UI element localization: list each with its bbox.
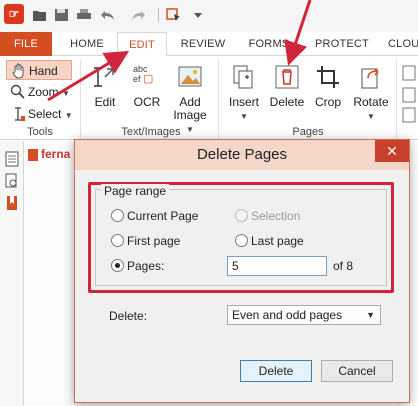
toolbar-divider: [158, 8, 159, 22]
ocr-icon-text-bottom: ef: [133, 74, 141, 84]
delete-page-button[interactable]: Delete: [265, 62, 309, 122]
customize-toolbar-icon[interactable]: [190, 8, 206, 22]
tab-review[interactable]: REVIEW: [178, 32, 228, 56]
ocr-label: OCR: [133, 95, 161, 109]
crop-page-label: Crop: [314, 95, 341, 109]
first-page-label[interactable]: First page: [127, 234, 180, 248]
tab-protect[interactable]: PROTECT: [312, 32, 372, 56]
app-logo-icon: ☞: [4, 4, 24, 24]
open-folder-icon[interactable]: [32, 8, 48, 22]
delete-filter-label: Delete:: [109, 309, 148, 323]
ribbon: Hand Zoom ▼ Select ▼ Tools Edit abc ef ▢…: [0, 56, 418, 140]
tools-group-label: Tools: [27, 126, 53, 138]
first-page-radio[interactable]: [111, 234, 124, 247]
selection-label[interactable]: Selection: [251, 209, 300, 223]
ribbon-divider: [218, 60, 219, 138]
select-tool-button[interactable]: Select ▼: [6, 104, 78, 124]
document-tab[interactable]: ferna: [28, 147, 70, 167]
rotate-icon: [361, 68, 379, 89]
ribbon-divider: [396, 60, 397, 138]
current-page-label[interactable]: Current Page: [127, 209, 198, 223]
delete-button[interactable]: Delete: [240, 360, 312, 382]
pdf-file-icon: [28, 148, 38, 161]
rotate-page-label-text: Rotate: [353, 95, 389, 109]
add-image-button[interactable]: Add Image ▼: [168, 62, 212, 134]
text-images-group-label: Text/Images: [121, 126, 181, 138]
document-tab-label: ferna: [41, 147, 71, 161]
select-cursor-icon[interactable]: [166, 8, 182, 22]
crop-icon: [317, 66, 339, 88]
zoom-icon: [10, 84, 25, 99]
ocr-button[interactable]: abc ef ▢ OCR: [125, 62, 169, 122]
search-document-icon[interactable]: [5, 173, 19, 189]
rotate-page-button[interactable]: Rotate ▼: [349, 62, 393, 122]
dialog-title: Delete Pages: [75, 140, 409, 170]
last-page-radio[interactable]: [235, 234, 248, 247]
tab-home[interactable]: HOME: [66, 32, 108, 56]
delete-filter-select[interactable]: Even and odd pages ▼: [227, 305, 381, 325]
add-image-label-line1: Add: [179, 95, 201, 109]
page-thumbnails-icon[interactable]: [5, 151, 19, 167]
insert-pages-icon: [233, 65, 253, 89]
image-icon: [178, 66, 202, 87]
print-icon[interactable]: [76, 8, 92, 22]
text-cursor-icon: [15, 107, 25, 121]
insert-page-label: Insert ▼: [222, 96, 266, 123]
zoom-tool-button[interactable]: Zoom ▼: [6, 82, 78, 102]
tab-file[interactable]: FILE: [0, 32, 52, 56]
page-count-label: of 8: [333, 259, 354, 273]
trash-icon: [275, 65, 299, 89]
quick-access-toolbar: ☞: [0, 0, 418, 32]
rotate-dropdown-arrow[interactable]: ▼: [367, 112, 375, 121]
zoom-label: Zoom: [28, 85, 59, 99]
pages-radio[interactable]: [111, 259, 124, 272]
edit-text-button[interactable]: Edit: [83, 62, 127, 122]
tab-cloud[interactable]: CLOU: [388, 32, 418, 56]
hand-tool-button[interactable]: Hand: [6, 60, 72, 80]
page-range-legend: Page range: [101, 184, 170, 198]
cancel-button[interactable]: Cancel: [321, 360, 393, 382]
delete-page-label: Delete: [269, 95, 305, 109]
pages-input[interactable]: 5: [227, 256, 327, 276]
edit-text-label: Edit: [94, 95, 116, 109]
more-page-tools-icon[interactable]: [402, 64, 416, 124]
delete-filter-value: Even and odd pages: [232, 308, 343, 322]
add-image-label-line2: Image: [173, 108, 207, 122]
last-page-label[interactable]: Last page: [251, 234, 304, 248]
rotate-page-label: Rotate ▼: [349, 96, 393, 123]
delete-pages-dialog: Delete Pages ✕ Page range Current Page S…: [74, 139, 410, 403]
tab-forms[interactable]: FORMS: [245, 32, 293, 56]
navigation-panel: [0, 141, 24, 406]
pages-label[interactable]: Pages:: [127, 259, 164, 273]
edit-cursor-icon: [94, 67, 114, 87]
chevron-down-icon: ▼: [366, 310, 375, 320]
insert-page-button[interactable]: Insert ▼: [222, 62, 266, 122]
crop-page-button[interactable]: Crop: [306, 62, 350, 122]
hand-label: Hand: [29, 64, 58, 78]
select-dropdown-arrow[interactable]: ▼: [65, 111, 73, 120]
insert-dropdown-arrow[interactable]: ▼: [240, 112, 248, 121]
pages-group-label: Pages: [292, 126, 324, 138]
ocr-icon: abc ef ▢: [133, 64, 154, 85]
ribbon-divider: [80, 60, 81, 138]
hand-icon: [12, 63, 24, 79]
select-label: Select: [28, 107, 62, 121]
undo-icon[interactable]: [100, 8, 116, 22]
insert-page-label-text: Insert: [228, 95, 259, 109]
save-icon[interactable]: [54, 8, 70, 22]
current-page-radio[interactable]: [111, 209, 124, 222]
zoom-dropdown-arrow[interactable]: ▼: [62, 89, 70, 98]
selection-radio[interactable]: [235, 209, 248, 222]
bookmark-icon[interactable]: [5, 195, 19, 211]
redo-icon[interactable]: [130, 8, 146, 22]
close-dialog-button[interactable]: ✕: [375, 140, 409, 162]
tab-edit[interactable]: EDIT: [117, 32, 167, 57]
ribbon-tabs: FILE HOME EDIT REVIEW FORMS PROTECT CLOU: [0, 32, 418, 57]
